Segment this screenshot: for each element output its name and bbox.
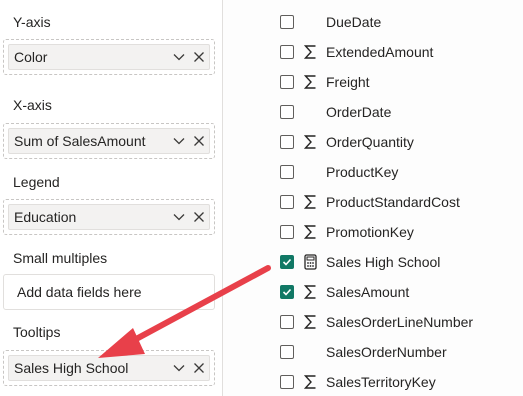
checkbox[interactable] — [280, 345, 294, 359]
visual-field-wells-pane: Y-axis Color X-axis Sum of SalesAmount L… — [0, 0, 223, 396]
field-name: OrderQuantity — [326, 134, 414, 150]
legend-well-title: Legend — [13, 174, 60, 190]
calculator-icon — [302, 253, 318, 271]
sigma-icon — [302, 373, 318, 391]
yaxis-field-label: Color — [14, 49, 48, 65]
close-icon[interactable] — [189, 47, 209, 67]
yaxis-well-title: Y-axis — [13, 14, 51, 30]
checkbox[interactable] — [280, 195, 294, 209]
field-name: PromotionKey — [326, 224, 414, 240]
checkbox[interactable] — [280, 135, 294, 149]
chevron-down-icon[interactable] — [169, 207, 189, 227]
yaxis-well[interactable]: Color — [3, 39, 215, 75]
field-row[interactable]: ExtendedAmount — [223, 37, 523, 67]
field-row[interactable]: SalesAmount — [223, 277, 523, 307]
field-name: ProductKey — [326, 164, 399, 180]
checkbox[interactable] — [280, 15, 294, 29]
tooltips-field-label: Sales High School — [14, 360, 129, 376]
field-name: OrderDate — [326, 104, 392, 120]
checkbox-checked[interactable] — [280, 285, 294, 299]
field-row[interactable]: Sales High School — [223, 247, 523, 277]
xaxis-field-label: Sum of SalesAmount — [14, 133, 146, 149]
legend-field-pill[interactable]: Education — [8, 204, 210, 230]
field-row[interactable]: PromotionKey — [223, 217, 523, 247]
xaxis-field-pill[interactable]: Sum of SalesAmount — [8, 128, 210, 154]
field-name: ExtendedAmount — [326, 44, 434, 60]
yaxis-field-pill[interactable]: Color — [8, 44, 210, 70]
field-row[interactable]: OrderQuantity — [223, 127, 523, 157]
field-row[interactable]: ProductStandardCost — [223, 187, 523, 217]
chevron-down-icon[interactable] — [169, 47, 189, 67]
sigma-icon — [302, 283, 318, 301]
checkbox[interactable] — [280, 375, 294, 389]
field-name: Freight — [326, 74, 370, 90]
sigma-icon — [302, 43, 318, 61]
field-name: Sales High School — [326, 254, 441, 270]
field-name: SalesOrderNumber — [326, 344, 447, 360]
field-row[interactable]: SalesOrderNumber — [223, 337, 523, 367]
field-row[interactable]: SalesTerritoryKey — [223, 367, 523, 396]
sigma-icon — [302, 193, 318, 211]
chevron-down-icon[interactable] — [169, 358, 189, 378]
tooltips-well[interactable]: Sales High School — [3, 350, 215, 386]
close-icon[interactable] — [189, 131, 209, 151]
checkbox[interactable] — [280, 45, 294, 59]
tooltips-well-title: Tooltips — [13, 324, 61, 340]
xaxis-well[interactable]: Sum of SalesAmount — [3, 123, 215, 159]
checkbox[interactable] — [280, 75, 294, 89]
checkbox[interactable] — [280, 165, 294, 179]
sigma-icon — [302, 313, 318, 331]
xaxis-well-title: X-axis — [13, 97, 52, 113]
field-row[interactable]: OrderDate — [223, 97, 523, 127]
field-row[interactable]: ProductKey — [223, 157, 523, 187]
legend-field-label: Education — [14, 209, 77, 225]
small-multiples-drop-zone[interactable]: Add data fields here — [3, 274, 215, 310]
tooltips-field-pill[interactable]: Sales High School — [8, 355, 210, 381]
field-name: SalesAmount — [326, 284, 410, 300]
sigma-icon — [302, 73, 318, 91]
field-name: DueDate — [326, 14, 382, 30]
field-name: ProductStandardCost — [326, 194, 460, 210]
field-name: SalesTerritoryKey — [326, 374, 436, 390]
checkbox[interactable] — [280, 315, 294, 329]
sigma-icon — [302, 133, 318, 151]
field-list: DueDate ExtendedAmount Freight OrderDate Ord… — [223, 0, 523, 396]
close-icon[interactable] — [189, 207, 209, 227]
checkbox[interactable] — [280, 225, 294, 239]
field-row[interactable]: DueDate — [223, 7, 523, 37]
close-icon[interactable] — [189, 358, 209, 378]
field-row[interactable]: SalesOrderLineNumber — [223, 307, 523, 337]
field-name: SalesOrderLineNumber — [326, 314, 474, 330]
legend-well[interactable]: Education — [3, 199, 215, 235]
small-multiples-well-title: Small multiples — [13, 250, 108, 266]
checkbox[interactable] — [280, 105, 294, 119]
checkbox-checked[interactable] — [280, 255, 294, 269]
sigma-icon — [302, 223, 318, 241]
field-row[interactable]: Freight — [223, 67, 523, 97]
chevron-down-icon[interactable] — [169, 131, 189, 151]
